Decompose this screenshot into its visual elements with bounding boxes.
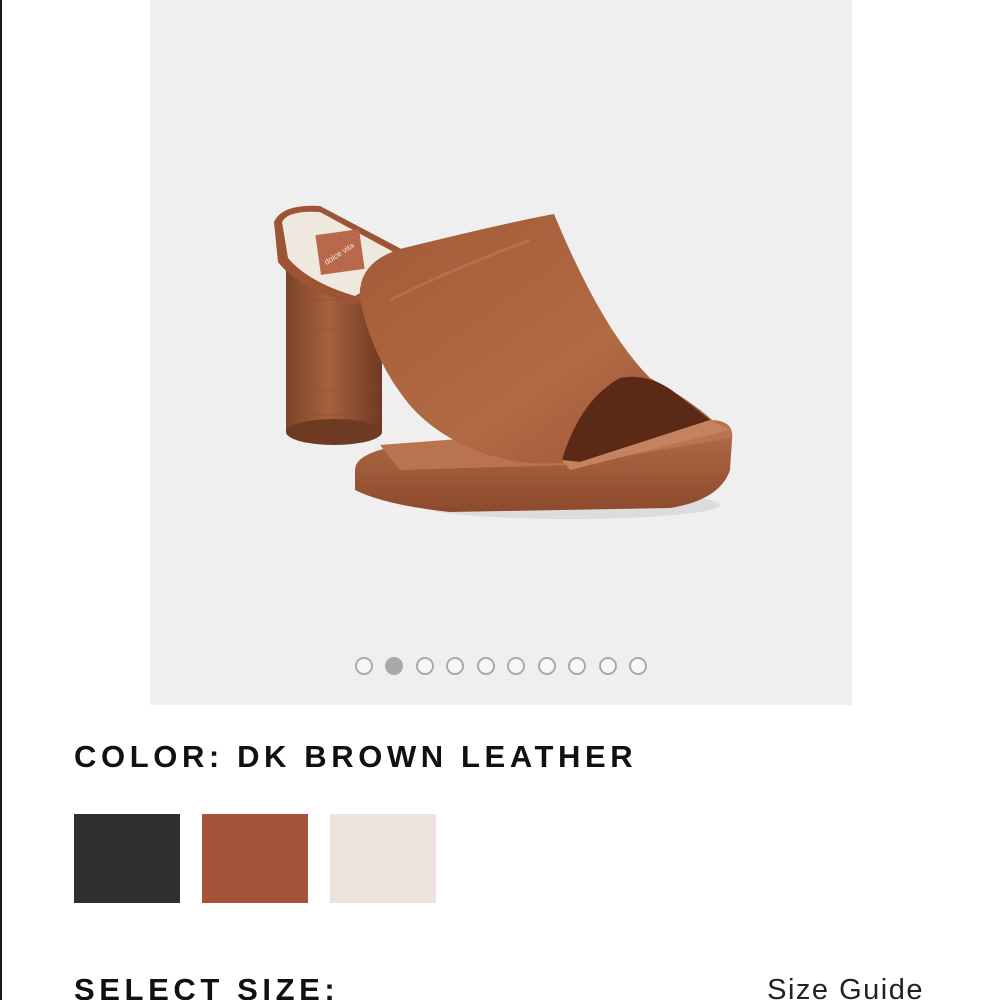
carousel-dot[interactable]	[629, 657, 648, 675]
size-guide-link[interactable]: Size Guide	[767, 973, 924, 1000]
carousel-dot[interactable]	[598, 657, 617, 675]
carousel-dot[interactable]	[568, 657, 587, 675]
color-swatches	[74, 814, 436, 903]
color-swatch-dk-brown-leather[interactable]	[202, 814, 308, 903]
carousel-dot[interactable]	[507, 657, 526, 675]
color-heading: COLOR: DK BROWN LEATHER	[74, 739, 638, 774]
color-swatch-black[interactable]	[74, 814, 180, 903]
product-gallery[interactable]: dolce vita	[150, 0, 852, 705]
carousel-dot[interactable]	[446, 657, 465, 675]
product-page: dolce vita COLOR: DK BROWN LEATHER SELEC…	[0, 0, 1000, 1000]
carousel-dot[interactable]	[385, 657, 404, 675]
product-image: dolce vita	[274, 205, 733, 519]
carousel-dot[interactable]	[476, 657, 495, 675]
left-border	[0, 0, 2, 1000]
color-swatch-ivory[interactable]	[330, 814, 436, 903]
carousel-dot[interactable]	[415, 657, 434, 675]
carousel-dot[interactable]	[354, 657, 373, 675]
carousel-dots	[150, 657, 852, 679]
carousel-dot[interactable]	[537, 657, 556, 675]
select-size-heading: SELECT SIZE:	[74, 972, 340, 1000]
